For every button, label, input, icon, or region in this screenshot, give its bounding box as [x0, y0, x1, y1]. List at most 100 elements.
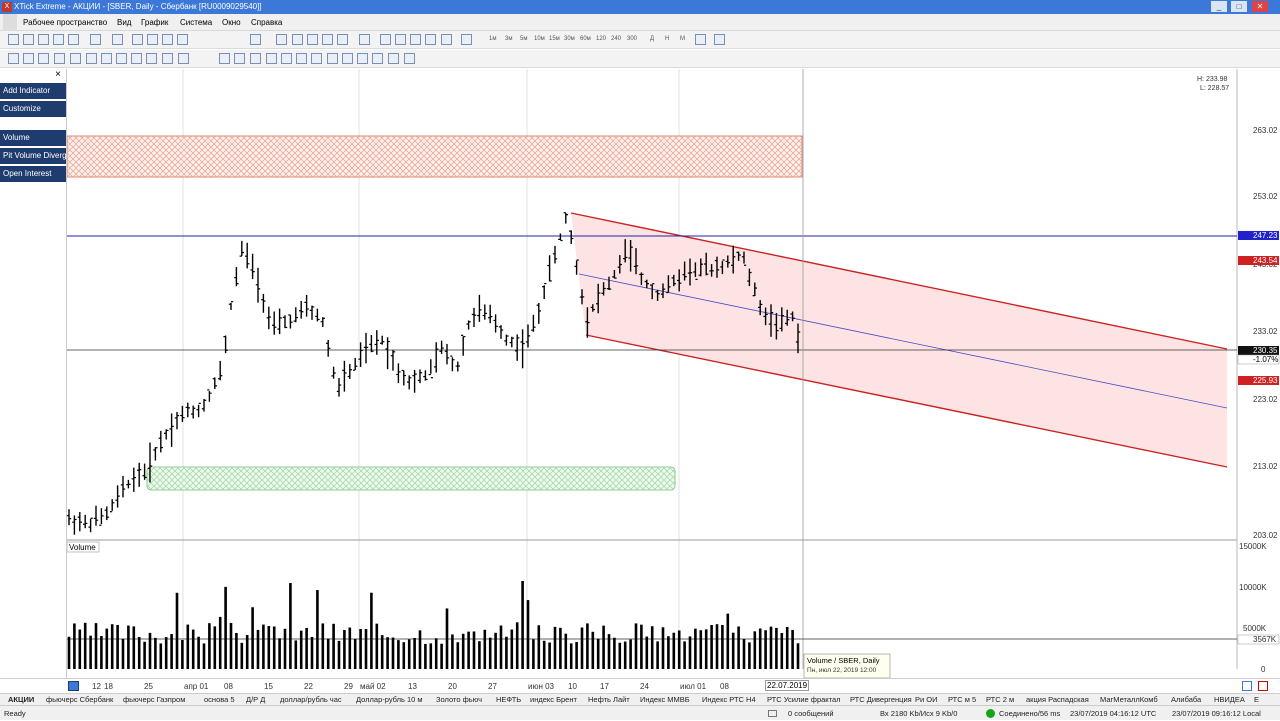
shape-icon[interactable] [388, 53, 399, 64]
menu-window[interactable]: Окно [220, 14, 243, 31]
trendline-icon[interactable] [266, 53, 277, 64]
pitchfork-icon[interactable] [327, 53, 338, 64]
minimize-icon[interactable]: _ [1211, 1, 1227, 12]
settings-icon[interactable] [714, 34, 725, 45]
volume-bar [661, 627, 665, 669]
hline-icon[interactable] [234, 53, 245, 64]
tf-3m[interactable]: 3м [505, 33, 512, 45]
tf-10m[interactable]: 10м [534, 33, 545, 45]
histogram-icon[interactable] [178, 53, 189, 64]
volume-bar [521, 581, 524, 669]
cursor-icon[interactable] [219, 53, 230, 64]
ruler-icon[interactable] [357, 53, 368, 64]
grid-icon[interactable] [23, 34, 34, 45]
heikin-icon[interactable] [131, 53, 142, 64]
sheet-icon[interactable] [147, 34, 158, 45]
envelope-icon[interactable] [768, 710, 777, 717]
pencil-icon[interactable] [68, 34, 79, 45]
tf-week[interactable]: Н [665, 33, 669, 45]
menu-view[interactable]: Вид [115, 14, 133, 31]
volume-bar [67, 636, 71, 669]
menu-workspace[interactable]: Рабочее пространство [21, 14, 109, 31]
scroll-end-icon[interactable] [441, 34, 452, 45]
table-icon[interactable] [38, 34, 49, 45]
point-figure-icon[interactable] [70, 53, 81, 64]
volume-bars-icon[interactable] [162, 53, 173, 64]
tooltip-line2: Пн, июл 22, 2019 12:00 [807, 667, 877, 674]
add-indicator-button[interactable]: Add Indicator [0, 83, 66, 99]
volume-bar [262, 624, 265, 669]
volume-indicator-button[interactable]: Volume [0, 130, 66, 146]
volume-bar [710, 625, 713, 669]
preview-icon[interactable] [90, 34, 101, 45]
zoom-fit-icon[interactable] [307, 34, 318, 45]
maximize-icon[interactable]: □ [1231, 1, 1247, 12]
volume-bar [89, 635, 92, 669]
chart-icon[interactable] [8, 34, 19, 45]
crosshair-icon[interactable] [1258, 681, 1268, 691]
zoom-in-icon[interactable] [276, 34, 287, 45]
arrow-left-icon[interactable] [380, 34, 391, 45]
linebreak-icon[interactable] [116, 53, 127, 64]
menu-chart[interactable]: График [139, 14, 170, 31]
volume-bar [208, 623, 211, 669]
stop-icon[interactable] [337, 34, 348, 45]
range-icon[interactable] [146, 53, 157, 64]
status-messages[interactable]: 0 сообщений [788, 706, 834, 721]
arrow-right-icon[interactable] [395, 34, 406, 45]
arc-icon[interactable] [342, 53, 353, 64]
delete-icon[interactable] [359, 34, 370, 45]
menu-app-icon[interactable] [3, 14, 17, 31]
tf-day[interactable]: Д [650, 33, 654, 45]
eraser-icon[interactable] [404, 53, 415, 64]
period-icon[interactable] [695, 34, 706, 45]
zoom-out-icon[interactable] [292, 34, 303, 45]
date-axis-menu-icon[interactable] [68, 681, 79, 691]
volume-bar [143, 641, 146, 669]
renko-icon[interactable] [101, 53, 112, 64]
volume-badge-text: 3567K [1253, 635, 1277, 644]
calc-icon[interactable] [162, 34, 173, 45]
alert-icon[interactable] [177, 34, 188, 45]
menu-help[interactable]: Справка [249, 14, 284, 31]
print-icon[interactable] [112, 34, 123, 45]
help-icon[interactable] [250, 34, 261, 45]
tf-15m[interactable]: 15м [549, 33, 560, 45]
fibo-icon[interactable] [296, 53, 307, 64]
volume-bar [742, 639, 746, 669]
sync-icon[interactable] [1242, 681, 1252, 691]
open-interest-button[interactable]: Open Interest [0, 166, 66, 182]
tf-240[interactable]: 240 [611, 33, 621, 45]
volume-bar [699, 630, 703, 669]
shrink-icon[interactable] [425, 34, 436, 45]
close-icon[interactable]: ✕ [1252, 1, 1268, 12]
tf-300[interactable]: 300 [627, 33, 637, 45]
gann-icon[interactable] [311, 53, 322, 64]
line-chart-icon[interactable] [8, 53, 19, 64]
text-icon[interactable] [372, 53, 383, 64]
customize-button[interactable]: Customize [0, 101, 66, 117]
expand-icon[interactable] [410, 34, 421, 45]
tf-120[interactable]: 120 [596, 33, 606, 45]
price-chart[interactable]: 263.02 253.02 243.02 233.02 223.02 213.0… [67, 69, 1280, 678]
crop-icon[interactable] [322, 34, 333, 45]
pit-volume-divergence-button[interactable]: Pit Volume Divergence [0, 148, 66, 164]
menu-system[interactable]: Система [178, 14, 214, 31]
volume-bar [370, 592, 373, 669]
volume-bar [294, 640, 298, 669]
tf-60m[interactable]: 60м [580, 33, 591, 45]
channel-icon[interactable] [281, 53, 292, 64]
tf-1m[interactable]: 1м [489, 33, 496, 45]
panel-close-icon[interactable]: × [52, 69, 64, 81]
bars-icon[interactable] [461, 34, 472, 45]
vline-icon[interactable] [250, 53, 261, 64]
kagi-icon[interactable] [86, 53, 97, 64]
tf-30m[interactable]: 30м [564, 33, 575, 45]
candle-chart-icon[interactable] [38, 53, 49, 64]
area-chart-icon[interactable] [54, 53, 65, 64]
tf-5m[interactable]: 5м [520, 33, 527, 45]
tf-month[interactable]: М [680, 33, 685, 45]
bar-chart-icon[interactable] [23, 53, 34, 64]
ts-icon[interactable] [53, 34, 64, 45]
list-icon[interactable] [132, 34, 143, 45]
